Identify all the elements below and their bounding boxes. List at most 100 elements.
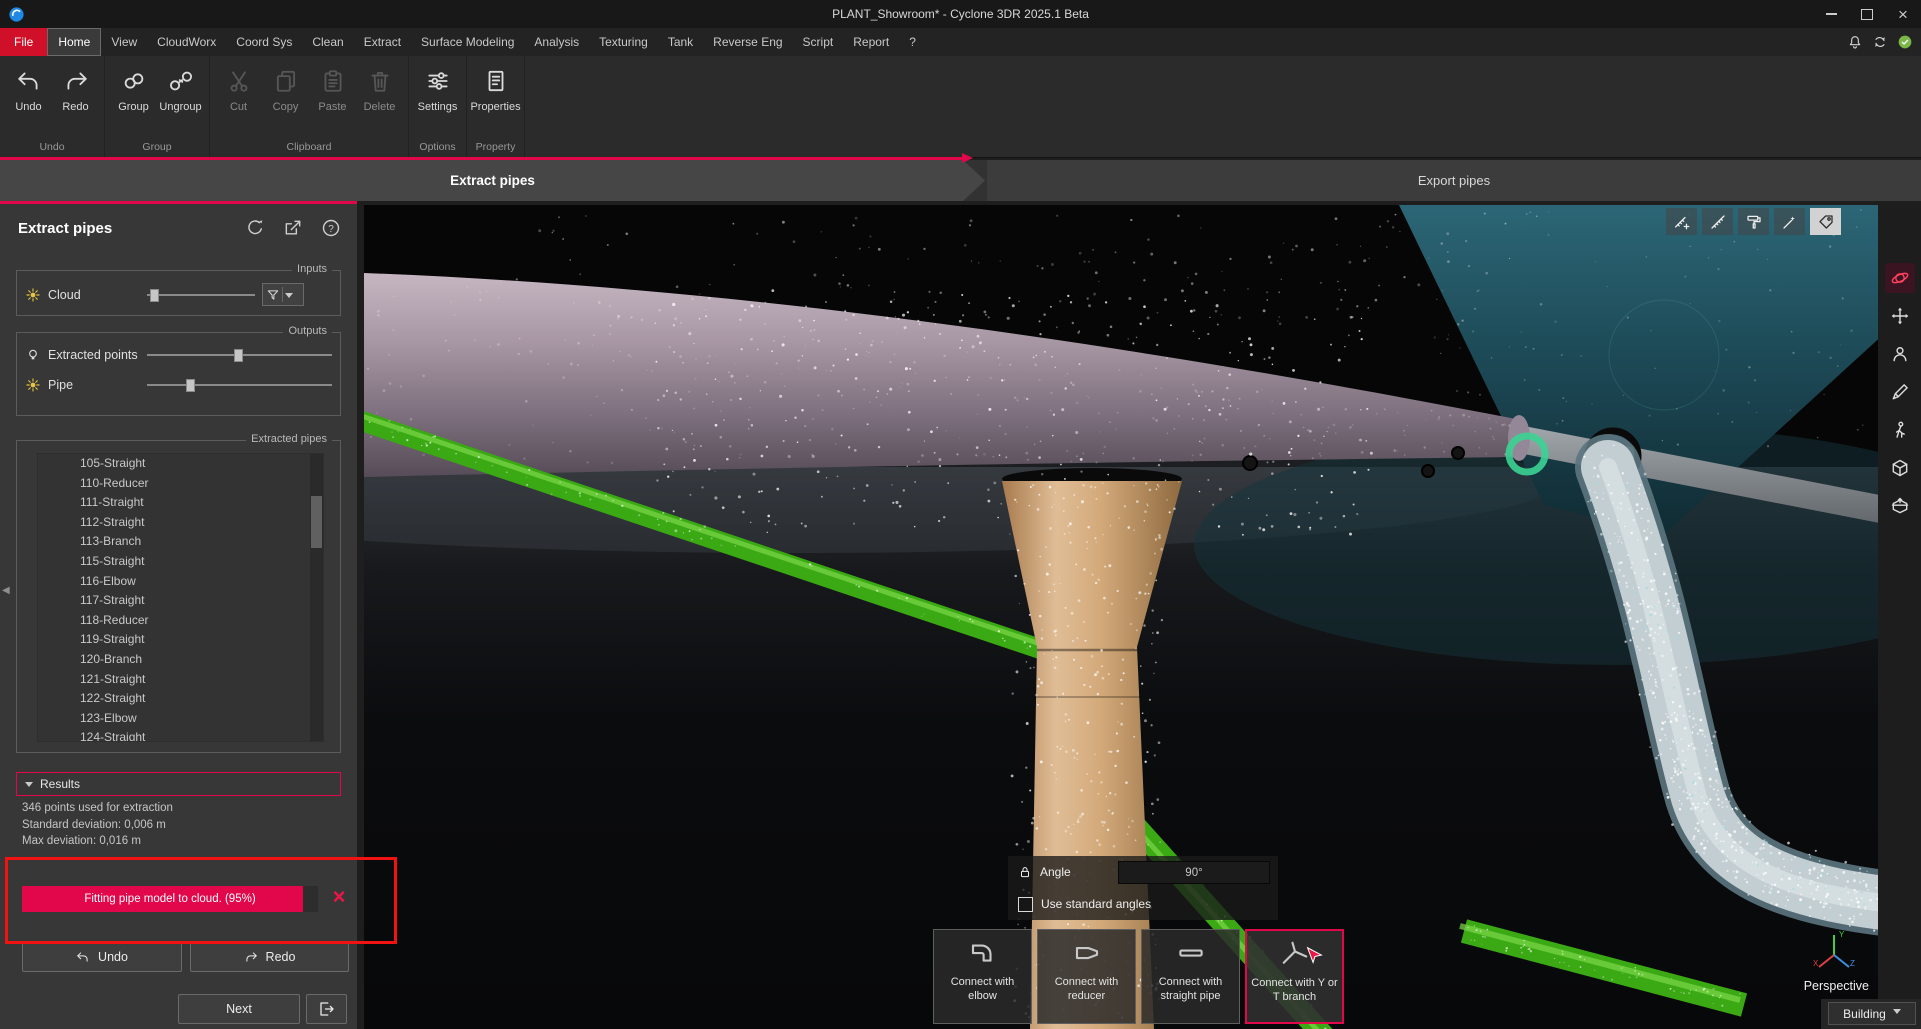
finish-step-button[interactable] xyxy=(306,994,347,1024)
next-button[interactable]: Next xyxy=(178,994,300,1024)
pipe-list-item[interactable]: 123-Elbow xyxy=(38,709,323,729)
pipe-list-item[interactable]: 118-Reducer xyxy=(38,611,323,631)
menu-item-clean[interactable]: Clean xyxy=(302,28,353,56)
pipe-list-item[interactable]: 112-Straight xyxy=(38,513,323,533)
maximize-button[interactable] xyxy=(1849,0,1885,28)
menu-item-analysis[interactable]: Analysis xyxy=(524,28,589,56)
sync-icon[interactable] xyxy=(1872,34,1888,50)
menu-item-home[interactable]: Home xyxy=(47,28,101,56)
angle-input[interactable]: 90° xyxy=(1118,861,1270,884)
lock-icon[interactable] xyxy=(1018,865,1032,879)
connect-with-straight-pipe-button[interactable]: Connect with straight pipe xyxy=(1141,929,1240,1024)
ungroup-button[interactable]: Ungroup xyxy=(157,61,204,140)
menu-item-reverse-eng[interactable]: Reverse Eng xyxy=(703,28,792,56)
button-label: Properties xyxy=(470,101,520,113)
pipe-list-item[interactable]: 117-Straight xyxy=(38,591,323,611)
chevron-down-icon xyxy=(1893,1009,1901,1018)
axis-z-label: Z xyxy=(1850,959,1855,968)
orbit-icon[interactable] xyxy=(1885,263,1915,293)
menu-item-view[interactable]: View xyxy=(101,28,147,56)
menu-item-extract[interactable]: Extract xyxy=(354,28,411,56)
sketch-icon[interactable] xyxy=(1885,377,1915,407)
scrollbar-thumb[interactable] xyxy=(311,496,322,548)
building-mode-button[interactable]: Building xyxy=(1828,1002,1916,1025)
close-button[interactable]: × xyxy=(1885,0,1921,28)
connect-with-elbow-button[interactable]: Connect with elbow xyxy=(933,929,1032,1024)
paint-roller-icon[interactable] xyxy=(1738,208,1769,235)
undo-button[interactable]: Undo xyxy=(5,61,52,140)
step-extract-pipes[interactable]: Extract pipes xyxy=(0,160,985,201)
pipe-list-item[interactable]: 111-Straight xyxy=(38,493,323,513)
menu-item-script[interactable]: Script xyxy=(793,28,844,56)
cloud-filter-button[interactable] xyxy=(262,283,304,306)
cloud-opacity-slider[interactable] xyxy=(147,288,255,302)
pipe-list-item[interactable]: 122-Straight xyxy=(38,689,323,709)
help-icon[interactable] xyxy=(321,218,341,238)
recompute-icon[interactable] xyxy=(245,218,265,238)
cancel-fitting-button[interactable]: × xyxy=(326,884,352,910)
pipe-list-item[interactable]: 120-Branch xyxy=(38,650,323,670)
measure-add-icon[interactable] xyxy=(1666,208,1697,235)
bulb-icon[interactable] xyxy=(25,347,41,363)
window-title: PLANT_Showroom* - Cyclone 3DR 2025.1 Bet… xyxy=(0,7,1921,21)
group-legend: Extracted pipes xyxy=(246,433,332,445)
pipe-list-item[interactable]: 105-Straight xyxy=(38,454,323,474)
button-label: Redo xyxy=(266,950,296,964)
step-label: Extract pipes xyxy=(450,173,535,188)
menu-item-tank[interactable]: Tank xyxy=(658,28,703,56)
redo-button[interactable]: Redo xyxy=(52,61,99,140)
section-icon[interactable] xyxy=(1885,491,1915,521)
observer-icon[interactable] xyxy=(1885,339,1915,369)
button-label: Redo xyxy=(62,101,88,113)
walk-mode-icon[interactable] xyxy=(1885,415,1915,445)
pipe-list-item[interactable]: 113-Branch xyxy=(38,532,323,552)
menu-item-cloudworx[interactable]: CloudWorx xyxy=(147,28,226,56)
button-label: Delete xyxy=(364,101,396,113)
cube-view-icon[interactable] xyxy=(1885,453,1915,483)
panel-undo-button[interactable]: Undo xyxy=(22,942,182,972)
ribbon-group-options: Settings Options xyxy=(409,56,467,157)
pipe-list-item[interactable]: 121-Straight xyxy=(38,670,323,690)
properties-button[interactable]: Properties xyxy=(472,61,519,140)
pipe-list-item[interactable]: 116-Elbow xyxy=(38,572,323,592)
menu-item-surface-modeling[interactable]: Surface Modeling xyxy=(411,28,524,56)
status-badge-icon[interactable] xyxy=(1897,34,1913,50)
bell-icon[interactable] xyxy=(1847,34,1863,50)
measure-icon[interactable] xyxy=(1702,208,1733,235)
magic-wand-icon[interactable] xyxy=(1774,208,1805,235)
button-label: Next xyxy=(226,1002,252,1016)
menu-item-file[interactable]: File xyxy=(0,28,47,56)
extracted-points-slider[interactable] xyxy=(147,348,332,362)
results-line: Standard deviation: 0,006 m xyxy=(22,817,173,834)
pipe-opacity-slider[interactable] xyxy=(147,378,332,392)
panel-redo-button[interactable]: Redo xyxy=(190,942,349,972)
axis-gizmo[interactable]: Y X Z xyxy=(1811,927,1857,973)
collapse-panel-arrow[interactable]: ◀ xyxy=(2,585,10,596)
minimize-button[interactable] xyxy=(1813,0,1849,28)
menu-item-report[interactable]: Report xyxy=(843,28,899,56)
delete-button: Delete xyxy=(356,61,403,140)
list-scrollbar[interactable] xyxy=(310,454,323,741)
tag-icon[interactable] xyxy=(1810,208,1841,235)
sun-icon[interactable] xyxy=(25,287,41,303)
settings-button[interactable]: Settings xyxy=(414,61,461,140)
export-icon[interactable] xyxy=(283,218,303,238)
copy-button: Copy xyxy=(262,61,309,140)
pipe-list-item[interactable]: 115-Straight xyxy=(38,552,323,572)
pipe-list-item[interactable]: 119-Straight xyxy=(38,630,323,650)
connect-with-y-or-t-branch-button[interactable]: Connect with Y or T branch xyxy=(1245,929,1344,1024)
pan-icon[interactable] xyxy=(1885,301,1915,331)
group-button[interactable]: Group xyxy=(110,61,157,140)
extracted-pipes-list[interactable]: 105-Straight 110-Reducer 111-Straight 11… xyxy=(37,453,324,742)
connect-with-reducer-button[interactable]: Connect with reducer xyxy=(1037,929,1136,1024)
pipe-list-item[interactable]: 124-Straight xyxy=(38,728,323,742)
use-standard-angles-checkbox[interactable] xyxy=(1018,897,1033,912)
menu-item-coord-sys[interactable]: Coord Sys xyxy=(226,28,302,56)
step-export-pipes[interactable]: Export pipes xyxy=(987,160,1921,201)
extract-pipes-panel: Extract pipes Inputs Cloud Outputs xyxy=(0,201,357,1029)
results-header[interactable]: Results xyxy=(16,772,341,796)
menu-item-texturing[interactable]: Texturing xyxy=(589,28,658,56)
pipe-list-item[interactable]: 110-Reducer xyxy=(38,474,323,494)
menu-item-help[interactable]: ? xyxy=(899,28,926,56)
sun-icon[interactable] xyxy=(25,377,41,393)
